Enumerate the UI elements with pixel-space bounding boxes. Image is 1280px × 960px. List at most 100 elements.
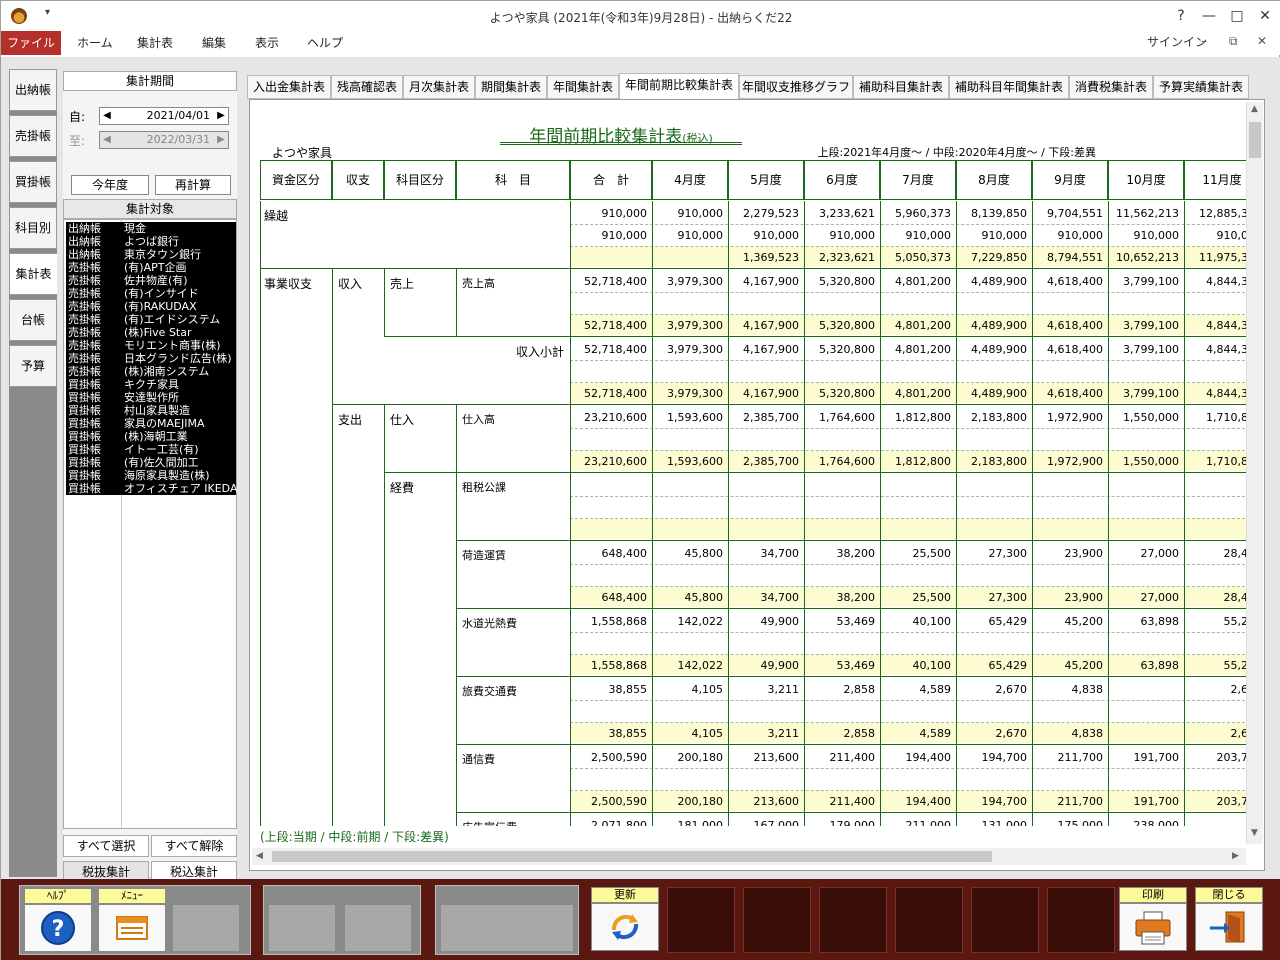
- cell-value: 2,670: [995, 683, 1028, 696]
- app-window: ▾ よつや家具 (2021年(令和3年)9月28日) - 出納らくだ22 ? —…: [0, 0, 1280, 960]
- prev-arrow-icon[interactable]: ◀: [102, 110, 112, 121]
- menu-home[interactable]: ホーム: [77, 31, 113, 55]
- tab-annual-graph[interactable]: 年間収支推移グラフ: [739, 75, 853, 99]
- list-item[interactable]: 売掛帳 (株)Five Star: [66, 326, 236, 339]
- from-date-field[interactable]: ◀ 2021/04/01 ▶: [99, 107, 229, 125]
- list-item[interactable]: 買掛帳 (有)佐久間加工: [66, 456, 236, 469]
- ribbon-minimize-icon[interactable]: –: [1201, 34, 1207, 48]
- list-item[interactable]: 売掛帳 (株)湘南システム: [66, 365, 236, 378]
- ribbon-close-icon[interactable]: ✕: [1257, 34, 1267, 48]
- tab-balance-check[interactable]: 残高確認表: [331, 75, 403, 99]
- recalc-button[interactable]: 再計算: [155, 175, 231, 195]
- minimize-button[interactable]: —: [1195, 5, 1223, 27]
- tab-period[interactable]: 期間集計表: [475, 75, 547, 99]
- list-item[interactable]: 売掛帳 (有)RAKUDAX: [66, 300, 236, 313]
- scroll-down-icon[interactable]: ▼: [1251, 828, 1258, 838]
- list-item[interactable]: 買掛帳 (株)海朝工業: [66, 430, 236, 443]
- list-item[interactable]: 出納帳 よつば銀行: [66, 235, 236, 248]
- cell-value: 11,562,213: [1116, 207, 1179, 220]
- signin-link[interactable]: サインイン: [1147, 33, 1207, 50]
- list-item[interactable]: 買掛帳 キクチ家具: [66, 378, 236, 391]
- tab-monthly[interactable]: 月次集計表: [403, 75, 475, 99]
- side-tab-by-account[interactable]: 科目別: [9, 207, 57, 249]
- target-name: (株)Five Star: [124, 326, 192, 339]
- deselect-all-button[interactable]: すべて解除: [151, 835, 237, 857]
- select-all-button[interactable]: すべて選択: [63, 835, 149, 857]
- maximize-button[interactable]: □: [1223, 5, 1251, 27]
- list-item[interactable]: 買掛帳 家具のMAEJIMA: [66, 417, 236, 430]
- side-tab-ledger[interactable]: 台帳: [9, 299, 57, 341]
- menu-edit[interactable]: 編集: [202, 31, 226, 55]
- tab-budget-actual[interactable]: 予算実績集計表: [1153, 75, 1249, 99]
- next-arrow-icon[interactable]: ▶: [216, 110, 226, 121]
- cell-value: 4,618,400: [1047, 387, 1103, 400]
- vertical-scroll-thumb[interactable]: [1249, 122, 1261, 158]
- side-tab-receivables[interactable]: 売掛帳: [9, 115, 57, 157]
- list-item[interactable]: 売掛帳 (有)APT企画: [66, 261, 236, 274]
- list-item[interactable]: 売掛帳 佐井物産(有): [66, 274, 236, 287]
- prev-arrow-icon: ◀: [103, 134, 111, 145]
- this-year-button[interactable]: 今年度: [71, 175, 149, 195]
- scroll-right-icon[interactable]: ▶: [1232, 851, 1239, 861]
- cell-value: 910,000: [677, 207, 724, 220]
- target-name: モリエント商事(株): [124, 339, 221, 352]
- menu-summary[interactable]: 集計表: [137, 31, 173, 55]
- horizontal-scroll-thumb[interactable]: [272, 851, 992, 862]
- list-item[interactable]: 買掛帳 海原家具製造(株): [66, 469, 236, 482]
- empty-slot-face: [268, 904, 336, 952]
- close-window-button[interactable]: ✕: [1251, 5, 1279, 27]
- vertical-scrollbar[interactable]: ▲ ▼: [1246, 102, 1263, 844]
- side-tab-budget[interactable]: 予算: [9, 345, 57, 387]
- print-button[interactable]: 印刷: [1119, 887, 1187, 951]
- cell-value: 1,710,80: [1206, 455, 1246, 468]
- cell-value: 2,323,621: [819, 251, 875, 264]
- list-item[interactable]: 買掛帳 村山家具製造: [66, 404, 236, 417]
- help-button[interactable]: ﾍﾙﾌﾟ ?: [24, 888, 92, 952]
- empty-dark-slot: [971, 887, 1039, 953]
- target-list[interactable]: 出納帳 現金 出納帳 よつば銀行 出納帳 東京タウン銀行 売掛帳 (有)APT企画 売掛帳 佐井物…: [63, 219, 238, 829]
- list-item[interactable]: 出納帳 東京タウン銀行: [66, 248, 236, 261]
- menu-file[interactable]: ファイル: [1, 31, 61, 55]
- tab-sub-account-annual[interactable]: 補助科目年間集計表: [949, 75, 1069, 99]
- tab-consumption-tax[interactable]: 消費税集計表: [1069, 75, 1153, 99]
- list-item[interactable]: 買掛帳 オフィスチェア IKEDA: [66, 482, 238, 495]
- dotted-divider: [570, 632, 1246, 633]
- target-name: 東京タウン銀行: [124, 248, 201, 261]
- row-divider: [456, 812, 570, 813]
- target-book-type: 売掛帳: [68, 339, 101, 352]
- cell-value: 2,183,800: [971, 411, 1027, 424]
- empty-dark-slot: [743, 887, 811, 953]
- side-tab-summary[interactable]: 集計表: [9, 253, 57, 295]
- cell-value: 3,211: [767, 727, 800, 740]
- cell-value: 203,70: [1216, 795, 1247, 808]
- menu-button[interactable]: ﾒﾆｭｰ: [98, 888, 166, 952]
- ribbon-restore-icon[interactable]: ⧉: [1229, 34, 1238, 49]
- menu-help[interactable]: ヘルプ: [307, 31, 343, 55]
- list-item[interactable]: 売掛帳 (有)エイドシステム: [66, 313, 236, 326]
- horizontal-scrollbar[interactable]: ◀ ▶: [252, 848, 1246, 865]
- cell-value: 4,167,900: [743, 343, 799, 356]
- scroll-left-icon[interactable]: ◀: [256, 851, 263, 861]
- list-item[interactable]: 売掛帳 日本グランド広告(株): [66, 352, 236, 365]
- income-label: 収入: [338, 277, 363, 291]
- tab-cash-summary[interactable]: 入出金集計表: [247, 75, 331, 99]
- tab-annual-comparison[interactable]: 年間前期比較集計表: [619, 73, 739, 100]
- close-button[interactable]: 閉じる: [1195, 887, 1263, 951]
- cell-value: 4,618,400: [1047, 319, 1103, 332]
- list-item[interactable]: 売掛帳 (有)インサイド: [66, 287, 236, 300]
- tab-annual[interactable]: 年間集計表: [547, 75, 619, 99]
- list-item[interactable]: 出納帳 現金: [66, 222, 236, 235]
- list-item[interactable]: 売掛帳 モリエント商事(株): [66, 339, 236, 352]
- list-item[interactable]: 買掛帳 安達製作所: [66, 391, 236, 404]
- menu-view[interactable]: 表示: [255, 31, 279, 55]
- side-tab-cashbook[interactable]: 出納帳: [9, 69, 57, 111]
- cell-value: 52,718,400: [584, 319, 647, 332]
- tab-sub-account[interactable]: 補助科目集計表: [853, 75, 949, 99]
- help-icon[interactable]: ?: [1167, 5, 1195, 27]
- main-area: 出納帳 売掛帳 買掛帳 科目別 集計表 台帳 予算 集計期間 自: ◀ 2021…: [1, 57, 1280, 883]
- target-book-type: 売掛帳: [68, 326, 101, 339]
- refresh-button[interactable]: 更新: [591, 887, 659, 951]
- side-tab-payables[interactable]: 買掛帳: [9, 161, 57, 203]
- scroll-up-icon[interactable]: ▲: [1251, 104, 1258, 114]
- list-item[interactable]: 買掛帳 イトー工芸(有): [66, 443, 236, 456]
